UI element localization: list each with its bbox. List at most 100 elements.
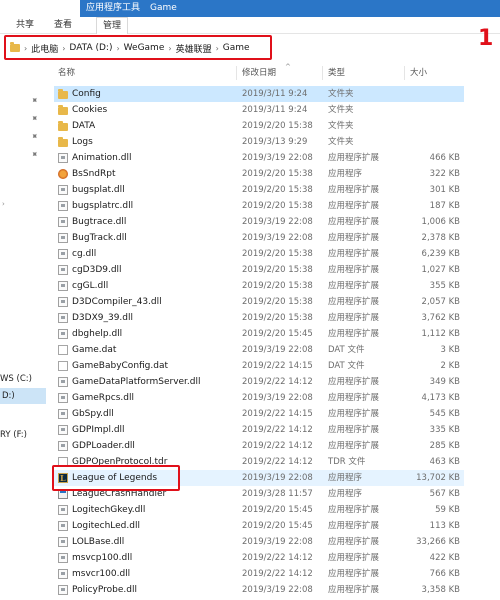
file-type: 应用程序扩展	[328, 585, 380, 595]
column-header-size[interactable]: 大小	[410, 64, 427, 82]
column-header-date[interactable]: 修改日期	[242, 64, 276, 82]
file-size: 301 KB	[429, 185, 460, 195]
file-row[interactable]: LogitechGkey.dll 2019/2/20 15:45 应用程序扩展 59 …	[54, 502, 464, 518]
file-row[interactable]: D3DX9_39.dll 2019/2/20 15:38 应用程序扩展 3,762 K…	[54, 310, 464, 326]
breadcrumb-wegame[interactable]: WeGame	[124, 43, 165, 53]
file-row[interactable]: DATA 2019/2/20 15:38 文件夹	[54, 118, 464, 134]
file-row[interactable]: LOLBase.dll 2019/3/19 22:08 应用程序扩展 33,266 K…	[54, 534, 464, 550]
bugsplat-app-icon	[58, 169, 68, 179]
tab-share[interactable]: 共享	[16, 17, 34, 34]
folder-icon	[58, 137, 68, 147]
breadcrumb-lol[interactable]: 英雄联盟	[176, 42, 212, 55]
dll-icon	[58, 329, 68, 339]
file-modified-date: 2019/2/20 15:38	[242, 185, 313, 195]
window-title: Game	[146, 0, 500, 17]
file-name: Game.dat	[72, 345, 117, 355]
file-size: 349 KB	[429, 377, 460, 387]
file-modified-date: 2019/2/20 15:38	[242, 265, 313, 275]
file-row[interactable]: Config 2019/3/11 9:24 文件夹	[54, 86, 464, 102]
column-divider[interactable]	[236, 66, 237, 80]
file-size: 466 KB	[429, 153, 460, 163]
file-row[interactable]: BugTrack.dll 2019/3/19 22:08 应用程序扩展 2,378 K…	[54, 230, 464, 246]
dll-icon	[58, 537, 68, 547]
file-row[interactable]: GameBabyConfig.dat 2019/2/22 14:15 DAT 文件 2…	[54, 358, 464, 374]
file-row[interactable]: bugsplatrc.dll 2019/2/20 15:38 应用程序扩展 187 K…	[54, 198, 464, 214]
breadcrumb-this-pc[interactable]: 此电脑	[31, 42, 58, 55]
file-row[interactable]: dbghelp.dll 2019/2/20 15:45 应用程序扩展 1,112 KB	[54, 326, 464, 342]
file-size: 1,112 KB	[421, 329, 460, 339]
dll-icon	[58, 393, 68, 403]
column-header-type[interactable]: 类型	[328, 64, 345, 82]
context-tab-app-tools[interactable]: 应用程序工具	[80, 0, 146, 17]
file-size: 2,057 KB	[421, 297, 460, 307]
chevron-right-icon[interactable]: ›	[62, 44, 65, 53]
nav-drive-c[interactable]: WS (C:)	[0, 374, 32, 384]
file-modified-date: 2019/3/28 11:57	[242, 489, 313, 499]
folder-icon	[58, 121, 68, 131]
file-modified-date: 2019/2/20 15:38	[242, 169, 313, 179]
file-row[interactable]: D3DCompiler_43.dll 2019/2/20 15:38 应用程序扩展 2…	[54, 294, 464, 310]
file-modified-date: 2019/3/19 22:08	[242, 537, 313, 547]
file-row[interactable]: PolicyProbe.dll 2019/3/19 22:08 应用程序扩展 3,35…	[54, 582, 464, 598]
file-row[interactable]: msvcr100.dll 2019/2/22 14:12 应用程序扩展 766 KB	[54, 566, 464, 582]
file-row[interactable]: LogitechLed.dll 2019/2/20 15:45 应用程序扩展 113 …	[54, 518, 464, 534]
pin-icon[interactable]: ✦	[28, 131, 40, 143]
file-type: 应用程序扩展	[328, 521, 380, 531]
file-row[interactable]: cgGL.dll 2019/2/20 15:38 应用程序扩展 355 KB	[54, 278, 464, 294]
dll-icon	[58, 185, 68, 195]
file-size: 6,239 KB	[421, 249, 460, 259]
chevron-right-icon[interactable]: ›	[24, 44, 27, 53]
file-name: D3DX9_39.dll	[72, 313, 134, 323]
file-size: 2 KB	[440, 361, 460, 371]
file-name: Cookies	[72, 105, 108, 115]
file-row[interactable]: GameDataPlatformServer.dll 2019/2/22 14:1…	[54, 374, 464, 390]
file-icon	[58, 361, 68, 371]
file-row[interactable]: Cookies 2019/3/11 9:24 文件夹	[54, 102, 464, 118]
nav-drive-f[interactable]: RY (F:)	[0, 430, 27, 440]
breadcrumb-game[interactable]: Game	[223, 43, 250, 53]
file-modified-date: 2019/2/20 15:45	[242, 329, 313, 339]
file-row[interactable]: bugsplat.dll 2019/2/20 15:38 应用程序扩展 301 KB	[54, 182, 464, 198]
file-name: GameDataPlatformServer.dll	[72, 377, 201, 387]
column-divider[interactable]	[322, 66, 323, 80]
chevron-right-icon[interactable]: ›	[168, 44, 171, 53]
nav-drive-d[interactable]: D:)	[0, 388, 46, 404]
chevron-right-icon[interactable]: ›	[116, 44, 119, 53]
file-row[interactable]: Logs 2019/3/13 9:29 文件夹	[54, 134, 464, 150]
tab-manage[interactable]: 管理	[96, 17, 129, 34]
breadcrumb-data-drive[interactable]: DATA (D:)	[69, 43, 112, 53]
file-modified-date: 2019/3/19 22:08	[242, 153, 313, 163]
tab-view[interactable]: 查看	[54, 17, 72, 34]
file-name: dbghelp.dll	[72, 329, 123, 339]
dll-icon	[58, 409, 68, 419]
file-name: LogitechLed.dll	[72, 521, 140, 531]
pin-icon[interactable]: ✦	[28, 113, 40, 125]
file-modified-date: 2019/3/11 9:24	[242, 105, 308, 115]
file-row[interactable]: GameRpcs.dll 2019/3/19 22:08 应用程序扩展 4,173 K…	[54, 390, 464, 406]
pin-icon[interactable]: ✦	[28, 149, 40, 161]
file-row[interactable]: Bugtrace.dll 2019/3/19 22:08 应用程序扩展 1,006 K…	[54, 214, 464, 230]
file-row[interactable]: cg.dll 2019/2/20 15:38 应用程序扩展 6,239 KB	[54, 246, 464, 262]
column-header-name[interactable]: 名称	[58, 64, 75, 82]
file-type: 应用程序扩展	[328, 505, 380, 515]
file-row[interactable]: Game.dat 2019/3/19 22:08 DAT 文件 3 KB	[54, 342, 464, 358]
address-bar[interactable]: › 此电脑 › DATA (D:) › WeGame › 英雄联盟 › Game	[4, 35, 272, 60]
file-modified-date: 2019/2/20 15:38	[242, 313, 313, 323]
file-row[interactable]: msvcp100.dll 2019/2/22 14:12 应用程序扩展 422 KB	[54, 550, 464, 566]
file-modified-date: 2019/2/20 15:38	[242, 201, 313, 211]
file-row[interactable]: GbSpy.dll 2019/2/22 14:15 应用程序扩展 545 KB	[54, 406, 464, 422]
file-row[interactable]: GDPLoader.dll 2019/2/22 14:12 应用程序扩展 285 KB	[54, 438, 464, 454]
file-type: 应用程序扩展	[328, 409, 380, 419]
pin-icon[interactable]: ✦	[28, 95, 40, 107]
file-size: 567 KB	[429, 489, 460, 499]
file-size: 463 KB	[429, 457, 460, 467]
file-row[interactable]: BsSndRpt 2019/2/20 15:38 应用程序 322 KB	[54, 166, 464, 182]
dll-icon	[58, 585, 68, 595]
file-row[interactable]: Animation.dll 2019/3/19 22:08 应用程序扩展 466 KB	[54, 150, 464, 166]
chevron-right-icon[interactable]: ›	[216, 44, 219, 53]
column-divider[interactable]	[404, 66, 405, 80]
file-type: 应用程序扩展	[328, 233, 380, 243]
file-row[interactable]: GDPImpl.dll 2019/2/22 14:12 应用程序扩展 335 KB	[54, 422, 464, 438]
file-row[interactable]: cgD3D9.dll 2019/2/20 15:38 应用程序扩展 1,027 KB	[54, 262, 464, 278]
file-size: 335 KB	[429, 425, 460, 435]
